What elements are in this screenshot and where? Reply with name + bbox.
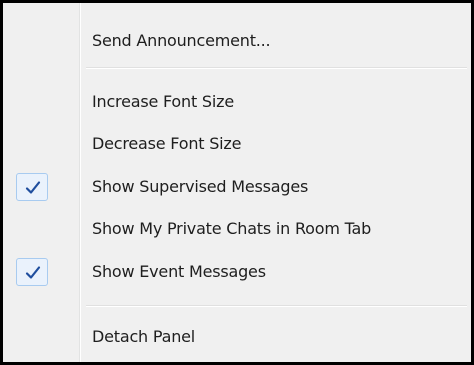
- menu-item-decrease-font-size[interactable]: Decrease Font Size: [3, 128, 471, 160]
- menu-item-label: Decrease Font Size: [92, 134, 242, 153]
- menu-item-send-announcement[interactable]: Send Announcement...: [3, 25, 471, 57]
- context-menu: Send Announcement... Increase Font Size …: [0, 0, 474, 365]
- menu-item-show-private-chats[interactable]: Show My Private Chats in Room Tab: [3, 213, 471, 245]
- menu-item-label: Increase Font Size: [92, 92, 234, 111]
- menu-item-detach-panel[interactable]: Detach Panel: [3, 321, 471, 353]
- menu-item-label: Show My Private Chats in Room Tab: [92, 219, 372, 238]
- checkmark-icon: [16, 258, 48, 286]
- menu-item-label: Show Supervised Messages: [92, 177, 309, 196]
- menu-item-label: Send Announcement...: [92, 31, 271, 50]
- menu-item-show-supervised-messages[interactable]: Show Supervised Messages: [3, 171, 471, 203]
- menu-separator: [86, 305, 467, 307]
- menu-separator: [86, 67, 467, 69]
- checkmark-icon: [16, 173, 48, 201]
- menu-item-increase-font-size[interactable]: Increase Font Size: [3, 86, 471, 118]
- menu-item-label: Detach Panel: [92, 327, 196, 346]
- menu-item-show-event-messages[interactable]: Show Event Messages: [3, 256, 471, 288]
- menu-item-label: Show Event Messages: [92, 262, 266, 281]
